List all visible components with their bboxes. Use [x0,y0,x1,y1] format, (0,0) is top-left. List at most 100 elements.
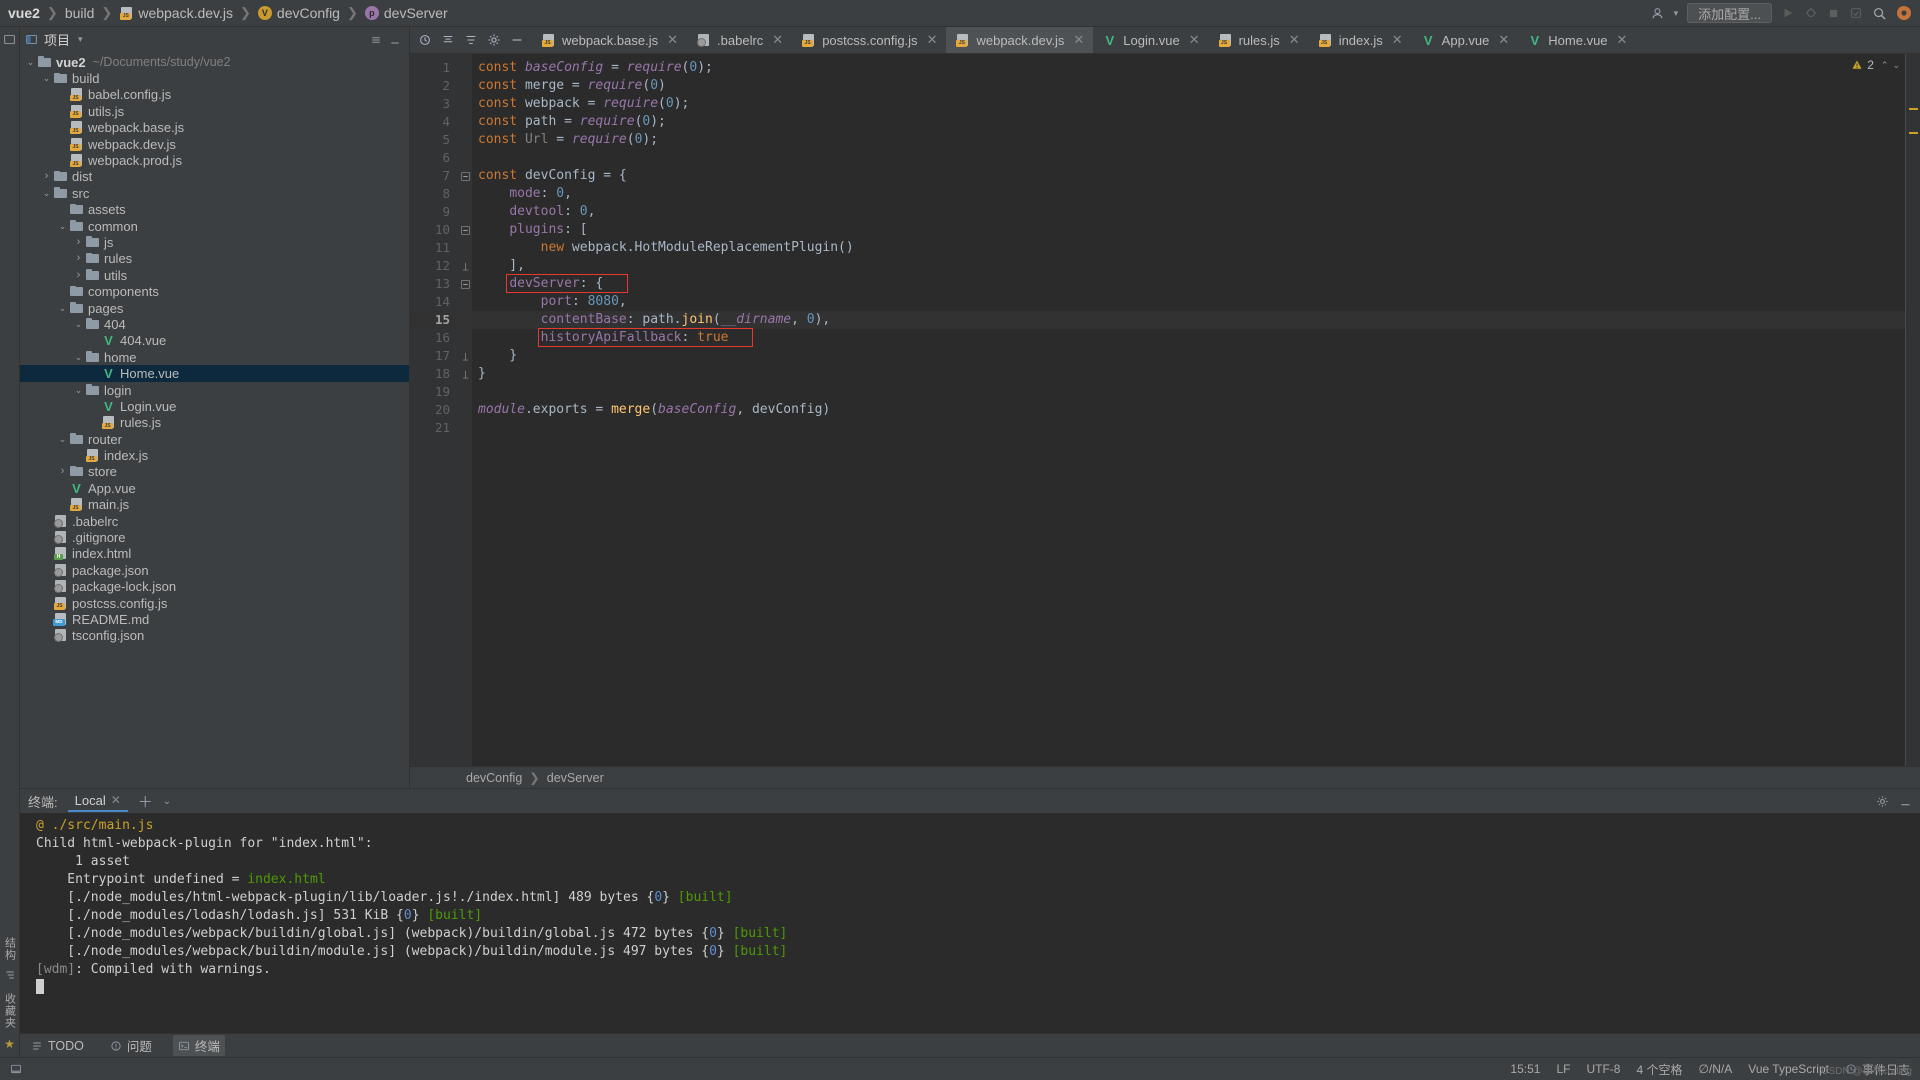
chevron-right-icon[interactable]: › [40,171,53,182]
tree-item-webpack-prod-js[interactable]: ›webpack.prod.js [20,152,409,168]
inspection-warning-badge[interactable]: 2 ⌃ ⌄ [1851,58,1900,72]
code-line[interactable]: ], [472,257,1920,275]
code-editor[interactable]: 123456789101112131415161718192021 const … [410,54,1920,766]
breadcrumb-item-devserver[interactable]: devServer [384,5,448,21]
breadcrumb-item-devconfig[interactable]: devConfig [277,5,340,21]
tree-item-store[interactable]: ›store [20,464,409,480]
tree-item-common[interactable]: ⌄common [20,218,409,234]
tree-item-app-vue[interactable]: ›VApp.vue [20,480,409,496]
tree-item-vue2[interactable]: ⌄vue2~/Documents/study/vue2 [20,54,409,70]
fold-end-icon[interactable] [458,257,472,275]
minimize-icon[interactable] [506,29,528,51]
code-line[interactable]: devServer: { [472,275,1920,293]
editor-tab-login-vue[interactable]: VLogin.vue✕ [1093,27,1208,53]
tree-item-dist[interactable]: ›dist [20,169,409,185]
code-line[interactable]: contentBase: path.join(__dirname, 0), [472,311,1920,329]
tree-item-rules-js[interactable]: ›rules.js [20,415,409,431]
tree-item-webpack-base-js[interactable]: ›webpack.base.js [20,120,409,136]
editor-tab-rules-js[interactable]: rules.js✕ [1209,27,1309,53]
tree-item-index-js[interactable]: ›index.js [20,447,409,463]
fold-collapse-icon[interactable] [458,167,472,185]
tree-item-src[interactable]: ⌄src [20,185,409,201]
settings-gear-icon[interactable] [1876,795,1889,808]
code-line[interactable]: const baseConfig = require(0); [472,59,1920,77]
chevron-down-icon[interactable]: ⌄ [72,353,85,362]
tree-item-js[interactable]: ›js [20,234,409,250]
tree-item-login[interactable]: ⌄login [20,382,409,398]
tree-item-package-json[interactable]: ›package.json [20,562,409,578]
status-branch[interactable]: ∅/N/A [1698,1062,1732,1076]
tool-button-todo[interactable]: TODO [26,1038,89,1054]
run-icon[interactable] [1781,6,1795,20]
chevron-right-icon[interactable]: › [72,253,85,264]
tree-item-rules[interactable]: ›rules [20,251,409,267]
collapse-all-icon[interactable] [370,34,382,46]
stop-icon[interactable] [1827,7,1840,20]
show-tool-windows-icon[interactable] [10,1063,22,1075]
editor-tab-babelrc[interactable]: .babelrc✕ [687,27,792,53]
tree-item-babelrc[interactable]: ›.babelrc [20,513,409,529]
tree-item-main-js[interactable]: ›main.js [20,497,409,513]
close-icon[interactable]: ✕ [111,793,121,807]
structure-tool-label[interactable]: 结构 [2,937,18,961]
chevron-up-icon[interactable]: ⌃ [1881,60,1889,71]
close-icon[interactable]: ✕ [667,32,678,48]
close-icon[interactable]: ✕ [927,32,938,48]
tree-item-router[interactable]: ⌄router [20,431,409,447]
debug-icon[interactable] [1804,6,1818,20]
tree-item-components[interactable]: ›components [20,283,409,299]
tree-item-utils[interactable]: ›utils [20,267,409,283]
code-line[interactable]: port: 8080, [472,293,1920,311]
breadcrumb-item-project[interactable]: vue2 [8,5,40,21]
code-line[interactable]: module.exports = merge(baseConfig, devCo… [472,401,1920,419]
code-line[interactable] [472,149,1920,167]
warning-marker[interactable] [1909,108,1918,110]
search-icon[interactable] [1872,6,1887,21]
settings-gear-icon[interactable] [1896,5,1912,21]
fold-collapse-icon[interactable] [458,275,472,293]
gear-icon[interactable] [483,29,505,51]
close-icon[interactable]: ✕ [1392,32,1403,48]
status-line-separator[interactable]: LF [1556,1062,1570,1076]
run-configuration-selector[interactable]: 添加配置... [1687,3,1772,23]
editor-tab-webpack-dev-js[interactable]: webpack.dev.js✕ [946,27,1093,53]
code-line[interactable]: const Url = require(0); [472,131,1920,149]
editor-tab-index-js[interactable]: index.js✕ [1309,27,1412,53]
code-line[interactable]: devtool: 0, [472,203,1920,221]
structure-icon[interactable] [4,969,16,981]
favorites-tool-label[interactable]: 收藏夹 [2,993,18,1029]
sort-icon[interactable] [460,29,482,51]
project-tool-icon[interactable] [3,33,16,46]
tree-item-login-vue[interactable]: ›VLogin.vue [20,398,409,414]
close-icon[interactable]: ✕ [1617,32,1628,48]
tree-item-404-vue[interactable]: ›V404.vue [20,333,409,349]
code-line[interactable]: mode: 0, [472,185,1920,203]
chevron-down-icon[interactable]: ⌄ [1892,60,1900,71]
fold-collapse-icon[interactable] [458,221,472,239]
editor-tab-webpack-base-js[interactable]: webpack.base.js✕ [532,27,687,53]
code-line[interactable] [472,383,1920,401]
fold-end-icon[interactable] [458,365,472,383]
user-avatar-icon[interactable] [1650,6,1665,21]
chevron-down-icon[interactable]: ⌄ [40,189,53,198]
close-icon[interactable]: ✕ [1189,32,1200,48]
open-file-tabs[interactable]: webpack.base.js✕.babelrc✕postcss.config.… [532,27,1636,53]
tree-item-readme-md[interactable]: ›README.md [20,611,409,627]
warning-marker[interactable] [1909,132,1918,134]
tree-item-tsconfig-json[interactable]: ›tsconfig.json [20,628,409,644]
code-content[interactable]: const baseConfig = require(0);const merg… [472,54,1920,766]
code-line[interactable]: new webpack.HotModuleReplacementPlugin() [472,239,1920,257]
star-icon[interactable]: ★ [4,1037,15,1051]
tree-item-index-html[interactable]: ›index.html [20,546,409,562]
tool-button-terminal[interactable]: 终端 [173,1035,225,1056]
close-icon[interactable]: ✕ [1289,32,1300,48]
code-line[interactable]: } [472,347,1920,365]
hide-panel-icon[interactable] [1899,795,1912,808]
chevron-down-icon[interactable]: ▾ [78,34,83,45]
hide-panel-icon[interactable] [389,34,401,46]
code-line[interactable]: } [472,365,1920,383]
status-language[interactable]: Vue TypeScript [1748,1062,1829,1076]
settings-sync-icon[interactable] [414,29,436,51]
editor-breadcrumb-devconfig[interactable]: devConfig [466,771,522,785]
chevron-down-icon[interactable]: ⌄ [40,74,53,83]
